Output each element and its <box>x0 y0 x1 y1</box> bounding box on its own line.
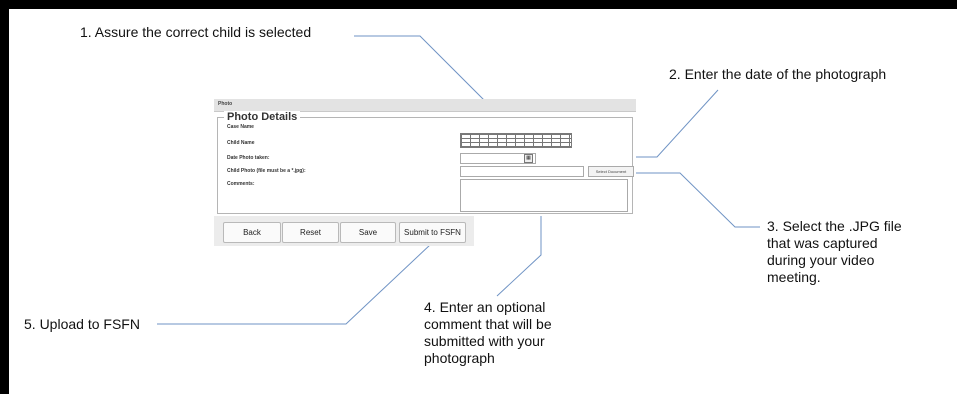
callout-step-3-line: 3. Select the .JPG file <box>767 218 902 234</box>
reset-button[interactable]: Reset <box>282 222 339 243</box>
back-button[interactable]: Back <box>223 222 281 243</box>
callout-step-4-line: comment that will be <box>424 316 552 332</box>
callout-step-4-line: photograph <box>424 350 495 366</box>
callout-step-4-line: submitted with your <box>424 333 545 349</box>
panel-title: Photo <box>218 101 233 107</box>
callout-step-3-line: meeting. <box>767 269 821 285</box>
comments-label: Comments: <box>227 181 255 187</box>
calendar-icon[interactable]: ▦ <box>524 154 533 163</box>
callout-step-1: 1. Assure the correct child is selected <box>80 24 312 40</box>
tutorial-screenshot: 1. Assure the correct child is selected … <box>0 0 957 394</box>
submit-to-fsfn-button[interactable]: Submit to FSFN <box>399 222 466 243</box>
callout-step-2: 2. Enter the date of the photograph <box>669 66 887 82</box>
section-title: Photo Details <box>224 111 301 123</box>
callout-step-3-line: that was captured <box>767 235 878 251</box>
callout-step-4-line: 4. Enter an optional <box>424 299 546 315</box>
callout-step-5: 5. Upload to FSFN <box>24 316 140 332</box>
leader-line-3 <box>633 172 760 228</box>
save-button[interactable]: Save <box>340 222 396 243</box>
photo-details-fieldset: Photo Details Case Name Child Name Date … <box>217 111 634 214</box>
select-document-button[interactable]: Select Document <box>588 166 634 177</box>
leader-line-5 <box>157 243 432 325</box>
form-button-bar: Back Reset Save Submit to FSFN <box>214 216 474 246</box>
callout-step-4: 4. Enter an optional comment that will b… <box>424 299 552 367</box>
child-name-select[interactable] <box>460 133 572 148</box>
photo-panel: Photo Photo Details Case Name Child Name… <box>214 99 636 216</box>
case-name-label: Case Name <box>227 124 254 130</box>
callout-step-3-line: during your video <box>767 252 875 268</box>
callout-step-3: 3. Select the .JPG file that was capture… <box>767 218 902 286</box>
child-photo-label: Child Photo (file must be a *.jpg): <box>227 168 306 174</box>
child-name-label: Child Name <box>227 140 255 146</box>
child-photo-file-field[interactable] <box>460 166 584 177</box>
date-taken-label: Date Photo taken: <box>227 155 270 161</box>
comments-textarea[interactable] <box>460 179 628 212</box>
